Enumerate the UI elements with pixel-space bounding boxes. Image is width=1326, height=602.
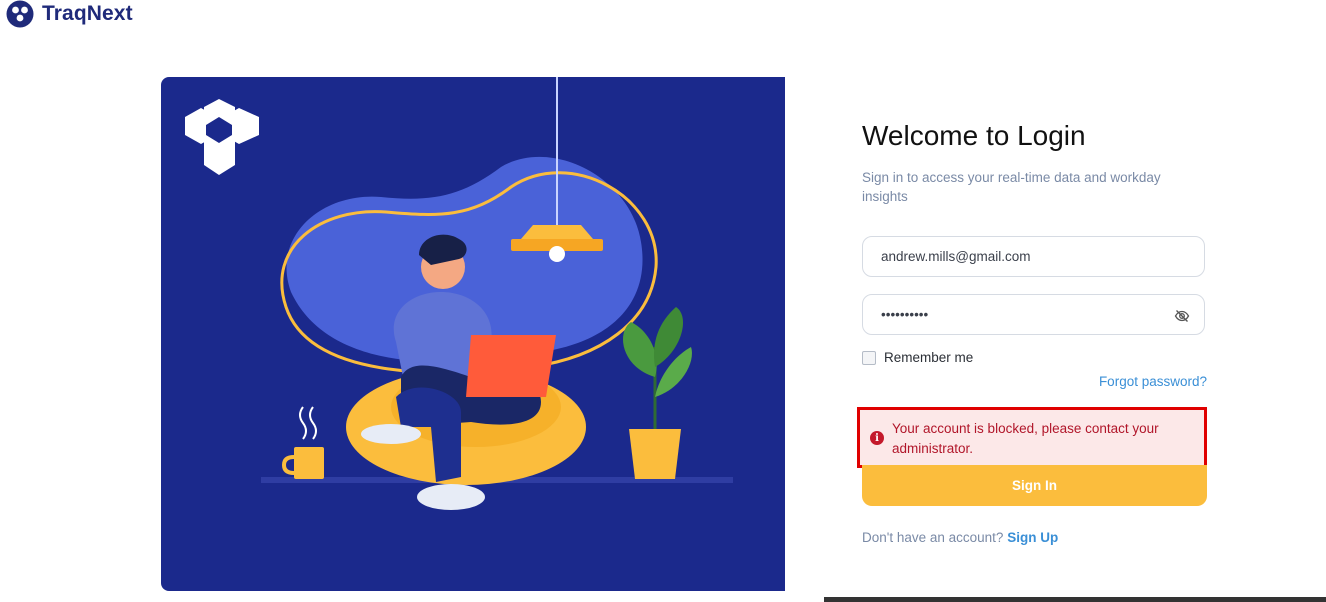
error-message: Your account is blocked, please contact …: [892, 421, 1159, 456]
remember-me-checkbox[interactable]: [862, 350, 876, 365]
password-input[interactable]: [863, 295, 1151, 334]
password-field[interactable]: [862, 294, 1205, 335]
signup-prompt: Don't have an account?: [862, 530, 1004, 545]
email-input[interactable]: [863, 237, 1151, 276]
page-subtitle: Sign in to access your real-time data an…: [862, 170, 1161, 204]
remember-me-label: Remember me: [884, 350, 974, 365]
brand-name: TraqNext: [42, 2, 133, 25]
signup-row: Don't have an account? Sign Up: [862, 530, 1058, 545]
illustration-artwork: [185, 77, 733, 510]
remember-me[interactable]: Remember me: [862, 350, 973, 365]
error-alert: i Your account is blocked, please contac…: [857, 407, 1207, 468]
brand-header[interactable]: TraqNext: [6, 0, 133, 28]
sign-up-link[interactable]: Sign Up: [1007, 530, 1058, 545]
eye-off-icon[interactable]: [1174, 308, 1190, 324]
traqnext-logo-icon: [6, 0, 34, 28]
forgot-password-link[interactable]: Forgot password?: [1099, 374, 1207, 389]
email-field[interactable]: [862, 236, 1205, 277]
sign-in-button[interactable]: Sign In: [862, 465, 1207, 506]
bottom-bar: [824, 597, 1326, 602]
page-title: Welcome to Login: [862, 120, 1086, 151]
login-illustration: [161, 77, 785, 591]
info-icon: i: [870, 431, 884, 445]
